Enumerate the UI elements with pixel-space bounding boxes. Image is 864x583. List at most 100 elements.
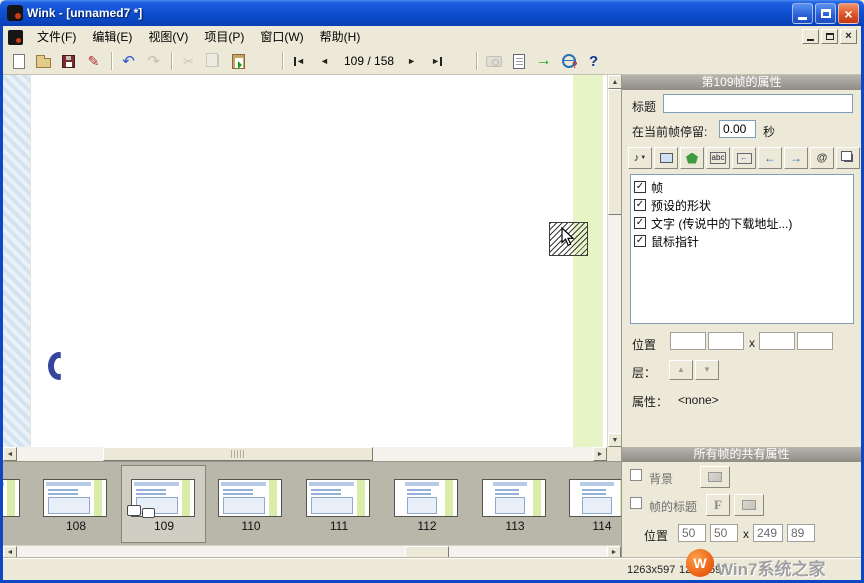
goto-url-button[interactable]: @ [810,147,834,169]
new-project-button[interactable] [7,50,30,72]
add-shape-button[interactable] [680,147,704,169]
common-y-input[interactable] [710,524,738,542]
document-icon [513,54,525,69]
background-checkbox[interactable] [630,469,642,481]
position-x-input[interactable] [670,332,706,350]
toolbar-separator [111,52,113,70]
undo-button[interactable]: ↶ [117,50,140,72]
list-item[interactable]: ✓ 帧 [631,178,853,196]
filmstrip-thumbnail-114[interactable] [569,479,621,517]
thumb-art [223,493,253,495]
filmstrip-thumbnail-111[interactable] [306,479,370,517]
first-frame-button[interactable]: ◄ [288,50,311,72]
filmstrip-scrollbar[interactable]: ◄ ► [3,545,621,558]
toolbar-separator [282,52,284,70]
window-title: Wink - [unnamed7 *] [27,0,142,26]
redo-button[interactable]: ↷ [142,50,165,72]
menu-project[interactable]: 项目(P) [196,26,252,48]
frame-title-input[interactable] [663,94,853,113]
frame-properties-header: 第109帧的属性 [622,75,861,90]
thumb-art [582,497,612,514]
canvas-horizontal-scrollbar[interactable]: ◄ ► [3,447,607,461]
filmstrip-scroll-thumb[interactable] [405,546,449,558]
preview-frame-button[interactable] [507,50,530,72]
vertical-scroll-thumb[interactable] [608,89,621,215]
background-picker-button[interactable] [700,466,730,488]
help-button[interactable]: ? [582,50,605,72]
capture-button[interactable] [482,50,505,72]
list-item[interactable]: ✓ 鼠标指针 [631,232,853,250]
add-textbox-button[interactable]: abc [706,147,730,169]
toolbar: ✎ ↶ ↷ ✂ ◄ ◄ 109 / 158 ► ► → ? ? [3,48,861,75]
list-item[interactable]: ✓ 预设的形状 [631,196,853,214]
next-frame-button[interactable]: ► [400,50,423,72]
common-width-input[interactable] [753,524,783,542]
frame-number: 113 [482,519,548,533]
render-run-button[interactable]: → [532,50,555,72]
minimize-icon [798,17,807,20]
image-button[interactable] [654,147,678,169]
scroll-left-button[interactable]: ◄ [3,447,17,461]
save-project-button[interactable] [57,50,80,72]
paste-button[interactable] [227,50,250,72]
height-input[interactable] [797,332,833,350]
menu-view[interactable]: 视图(V) [140,26,196,48]
audio-button[interactable]: ♪ ▼ [628,147,652,169]
font-button[interactable]: F [706,494,730,516]
mdi-minimize-button[interactable] [802,29,819,44]
layer-down-button[interactable]: ▼ [695,360,719,380]
frame-title-color-button[interactable] [734,494,764,516]
width-input[interactable] [759,332,795,350]
menu-help[interactable]: 帮助(H) [312,26,369,48]
scroll-right-button[interactable]: ► [593,447,607,461]
scroll-up-button[interactable]: ▲ [608,75,621,89]
filmstrip-thumbnail-110[interactable] [218,479,282,517]
frame-objects-list[interactable]: ✓ 帧 ✓ 预设的形状 ✓ 文字 (传说中的下载地址...) ✓ 鼠标指针 [630,174,854,324]
frame-number: 108 [43,519,109,533]
checkbox-checked[interactable]: ✓ [634,181,646,193]
canvas-vertical-scrollbar[interactable]: ▲ ▼ [607,75,621,447]
menu-file[interactable]: 文件(F) [29,26,84,48]
frame-number: 111 [306,519,372,533]
render-project-button[interactable]: ✎ [82,50,105,72]
scroll-down-button[interactable]: ▼ [608,433,621,447]
frame-title-checkbox[interactable] [630,497,642,509]
mdi-restore-button[interactable] [821,29,838,44]
cut-button[interactable]: ✂ [177,50,200,72]
goto-previous-frame-button[interactable]: ← [758,147,782,169]
filmstrip-thumbnail-partial[interactable] [3,479,20,517]
menu-window[interactable]: 窗口(W) [252,26,311,48]
view-rendered-output-button[interactable]: ? [557,50,580,72]
menu-edit[interactable]: 编辑(E) [84,26,140,48]
toolbar-separator [171,52,173,70]
new-document-icon [13,54,25,69]
filmstrip-thumbnail-112[interactable] [394,479,458,517]
thumb-art [182,480,190,516]
editing-canvas[interactable]: ▲ ▼ [3,75,621,447]
stay-duration-input[interactable] [719,120,756,138]
checkbox-checked[interactable]: ✓ [634,217,646,229]
position-y-input[interactable] [708,332,744,350]
common-x-input[interactable] [678,524,706,542]
common-height-input[interactable] [787,524,815,542]
list-item[interactable]: ✓ 文字 (传说中的下载地址...) [631,214,853,232]
arrow-left-icon: ← [764,152,776,164]
close-button[interactable]: × [838,3,859,24]
maximize-button[interactable] [815,3,836,24]
copy-button[interactable] [202,50,225,72]
add-callout-button[interactable]: ← [732,147,756,169]
open-project-button[interactable] [32,50,55,72]
checkbox-checked[interactable]: ✓ [634,199,646,211]
mdi-close-button[interactable]: × [840,29,857,44]
last-frame-button[interactable]: ► [425,50,448,72]
copy-attributes-button[interactable] [836,147,860,169]
horizontal-scroll-thumb[interactable] [103,447,373,461]
previous-frame-button[interactable]: ◄ [313,50,336,72]
chevron-down-icon: ▼ [640,155,646,161]
minimize-button[interactable] [792,3,813,24]
filmstrip-thumbnail-108[interactable] [43,479,107,517]
filmstrip-thumbnail-113[interactable] [482,479,546,517]
layer-up-button[interactable]: ▲ [669,360,693,380]
checkbox-checked[interactable]: ✓ [634,235,646,247]
goto-next-frame-button[interactable]: → [784,147,808,169]
